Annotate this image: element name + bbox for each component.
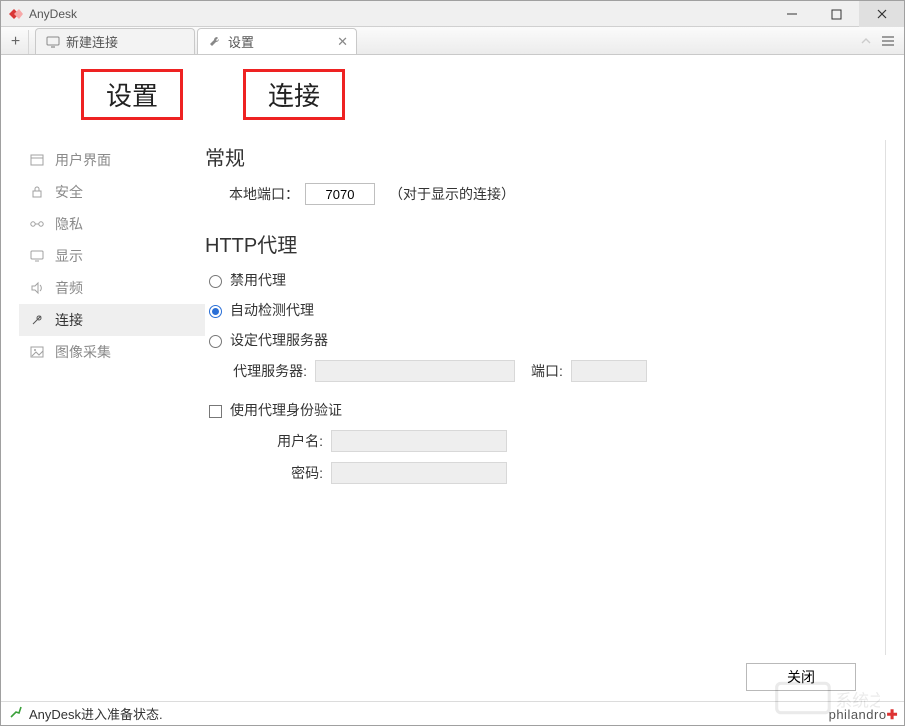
proxy-disable-label: 禁用代理 bbox=[230, 270, 286, 290]
tab-new-connection[interactable]: 新建连接 bbox=[35, 28, 195, 54]
local-port-label: 本地端口： bbox=[229, 184, 299, 204]
proxy-pass-label: 密码: bbox=[245, 463, 323, 483]
proxy-auto-label: 自动检测代理 bbox=[230, 300, 314, 320]
wrench-icon bbox=[208, 35, 222, 49]
tab-label: 设置 bbox=[228, 32, 254, 51]
section-proxy-title: HTTP代理 bbox=[205, 229, 875, 258]
heading-connection: 连接 bbox=[243, 69, 345, 120]
proxy-server-label: 代理服务器: bbox=[229, 361, 307, 381]
heading-row: 设置 连接 bbox=[19, 69, 886, 120]
proxy-auth-label: 使用代理身份验证 bbox=[230, 400, 342, 420]
ui-icon bbox=[29, 152, 45, 168]
sidebar-item-audio[interactable]: 音频 bbox=[19, 272, 205, 304]
status-ready-icon bbox=[9, 705, 23, 722]
tab-bar: + 新建连接 设置 ✕ bbox=[1, 27, 904, 55]
local-port-row: 本地端口： （对于显示的连接） bbox=[205, 183, 875, 205]
tab-label: 新建连接 bbox=[66, 32, 118, 51]
window-controls bbox=[769, 1, 904, 27]
close-window-button[interactable] bbox=[859, 1, 904, 27]
sidebar-item-label: 隐私 bbox=[55, 214, 83, 234]
proxy-pass-row: 密码: bbox=[205, 462, 875, 484]
settings-panel: 用户界面 安全 隐私 显示 音频 连接 bbox=[19, 140, 886, 655]
glasses-icon bbox=[29, 216, 45, 232]
close-button[interactable]: 关闭 bbox=[746, 663, 856, 691]
content-area: 设置 连接 用户界面 安全 隐私 显示 音频 bbox=[1, 55, 904, 701]
display-icon bbox=[29, 248, 45, 264]
tab-overflow-icon bbox=[858, 27, 874, 55]
sidebar-item-label: 用户界面 bbox=[55, 150, 111, 170]
lock-icon bbox=[29, 184, 45, 200]
radio-icon bbox=[209, 275, 222, 288]
minimize-button[interactable] bbox=[769, 1, 814, 27]
monitor-icon bbox=[46, 35, 60, 49]
sidebar-item-connection[interactable]: 连接 bbox=[19, 304, 205, 336]
proxy-manual-label: 设定代理服务器 bbox=[230, 330, 328, 350]
settings-sidebar: 用户界面 安全 隐私 显示 音频 连接 bbox=[19, 140, 205, 655]
proxy-server-row: 代理服务器: 端口: bbox=[205, 360, 875, 382]
proxy-disable-row[interactable]: 禁用代理 bbox=[205, 270, 875, 290]
plug-icon bbox=[29, 312, 45, 328]
new-tab-button[interactable]: + bbox=[3, 30, 29, 54]
tab-close-icon[interactable]: ✕ bbox=[337, 34, 348, 50]
dialog-buttons: 关闭 bbox=[19, 655, 886, 691]
menu-button[interactable] bbox=[878, 27, 898, 55]
titlebar: AnyDesk bbox=[1, 1, 904, 27]
proxy-server-input bbox=[315, 360, 515, 382]
image-icon bbox=[29, 344, 45, 360]
sidebar-item-label: 安全 bbox=[55, 182, 83, 202]
maximize-button[interactable] bbox=[814, 1, 859, 27]
status-bar: AnyDesk进入准备状态. bbox=[1, 701, 904, 725]
sidebar-item-privacy[interactable]: 隐私 bbox=[19, 208, 205, 240]
sidebar-item-capture[interactable]: 图像采集 bbox=[19, 336, 205, 368]
proxy-port-input bbox=[571, 360, 647, 382]
proxy-auth-row[interactable]: 使用代理身份验证 bbox=[205, 400, 875, 420]
sidebar-item-label: 图像采集 bbox=[55, 342, 111, 362]
section-general-title: 常规 bbox=[205, 142, 875, 171]
status-text: AnyDesk进入准备状态. bbox=[29, 704, 163, 723]
brand-label: philandro✚ bbox=[829, 707, 898, 723]
proxy-manual-row[interactable]: 设定代理服务器 bbox=[205, 330, 875, 350]
sidebar-item-display[interactable]: 显示 bbox=[19, 240, 205, 272]
radio-icon bbox=[209, 335, 222, 348]
proxy-port-label: 端口: bbox=[531, 361, 563, 381]
heading-settings: 设置 bbox=[81, 69, 183, 120]
proxy-pass-input bbox=[331, 462, 507, 484]
settings-pane: 常规 本地端口： （对于显示的连接） HTTP代理 禁用代理 自动检测代理 设定… bbox=[205, 140, 886, 655]
speaker-icon bbox=[29, 280, 45, 296]
sidebar-item-label: 连接 bbox=[55, 310, 83, 330]
radio-checked-icon bbox=[209, 305, 222, 318]
sidebar-item-label: 显示 bbox=[55, 246, 83, 266]
window-title: AnyDesk bbox=[29, 7, 77, 21]
proxy-auto-row[interactable]: 自动检测代理 bbox=[205, 300, 875, 320]
proxy-user-label: 用户名: bbox=[245, 431, 323, 451]
checkbox-icon bbox=[209, 405, 222, 418]
sidebar-item-label: 音频 bbox=[55, 278, 83, 298]
proxy-user-input bbox=[331, 430, 507, 452]
tab-settings[interactable]: 设置 ✕ bbox=[197, 28, 357, 54]
sidebar-item-security[interactable]: 安全 bbox=[19, 176, 205, 208]
local-port-input[interactable] bbox=[305, 183, 375, 205]
app-logo-icon bbox=[9, 7, 23, 21]
proxy-user-row: 用户名: bbox=[205, 430, 875, 452]
sidebar-item-ui[interactable]: 用户界面 bbox=[19, 144, 205, 176]
local-port-note: （对于显示的连接） bbox=[389, 184, 515, 204]
